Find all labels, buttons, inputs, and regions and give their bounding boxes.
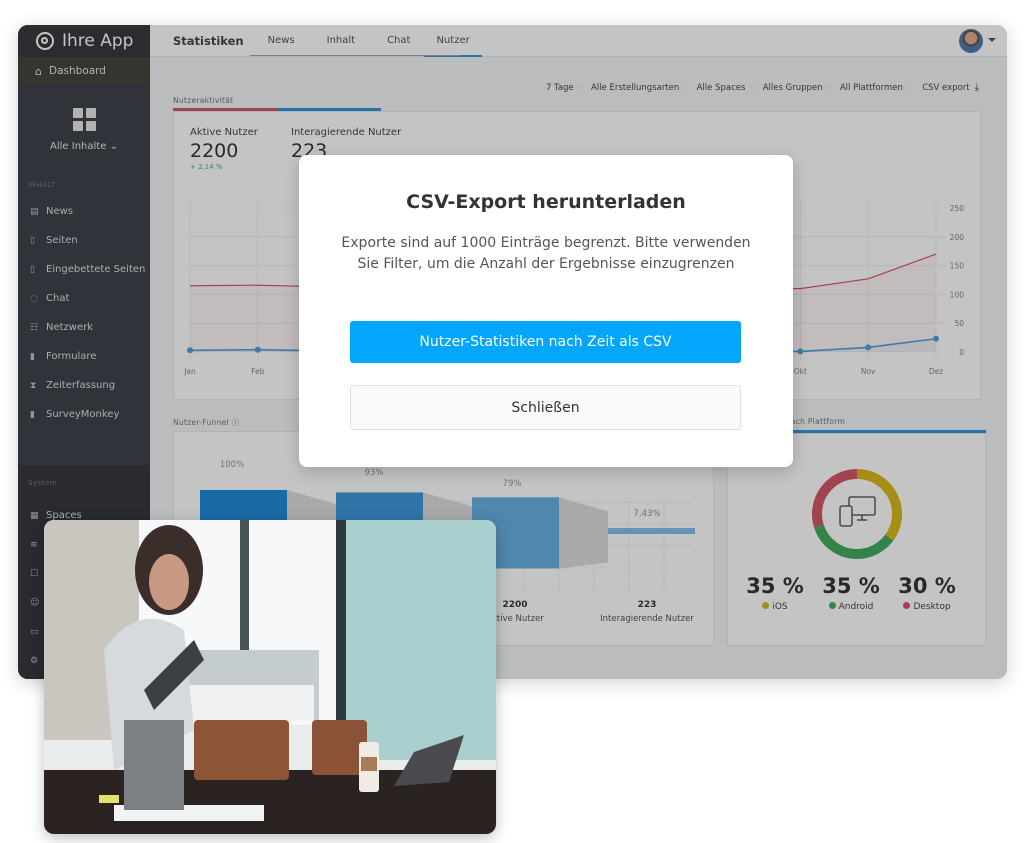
close-button[interactable]: Schließen xyxy=(350,385,741,430)
modal-body: Exporte sind auf 1000 Einträge begrenzt.… xyxy=(341,235,751,272)
photo-illustration xyxy=(44,520,496,834)
export-csv-button[interactable]: Nutzer-Statistiken nach Zeit als CSV xyxy=(350,321,741,363)
csv-export-modal: CSV-Export herunterladen Exporte sind au… xyxy=(299,155,793,467)
modal-title: CSV-Export herunterladen xyxy=(406,191,686,213)
office-photo xyxy=(44,520,496,834)
